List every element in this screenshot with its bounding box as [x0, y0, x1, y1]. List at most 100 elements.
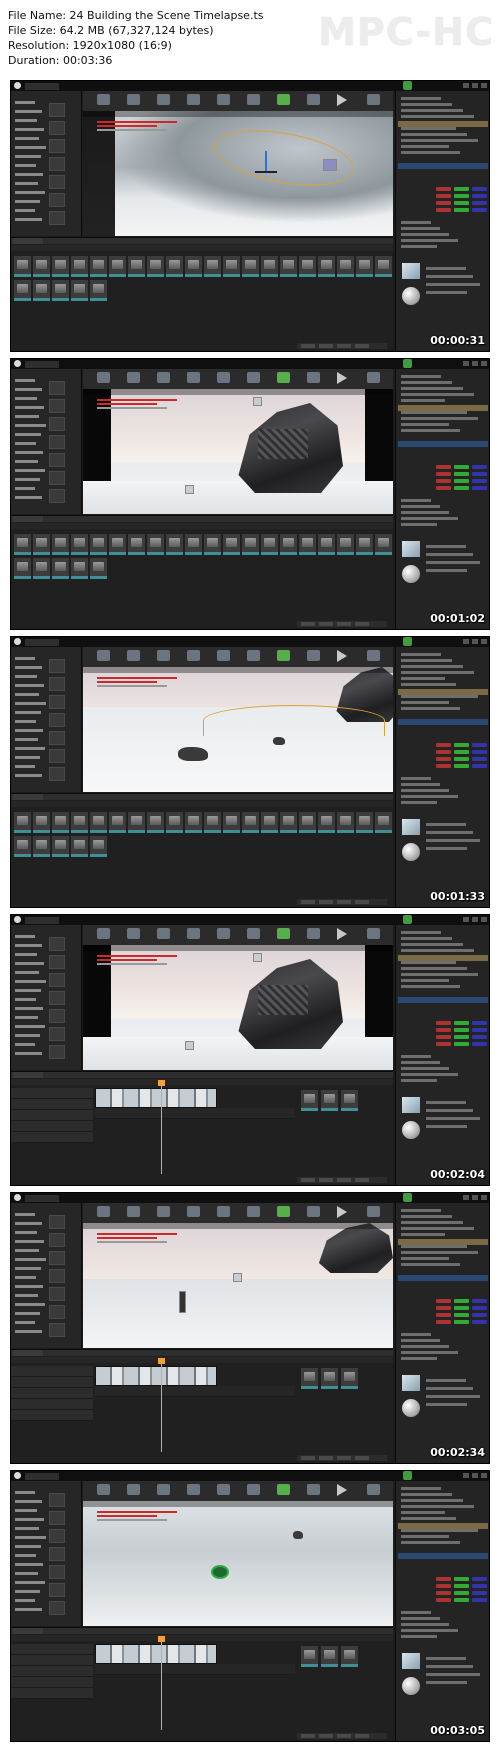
placeable-actor-icon[interactable]	[49, 175, 65, 189]
content-asset-tile[interactable]	[356, 256, 373, 277]
content-asset-tile[interactable]	[33, 836, 50, 857]
content-asset-tile[interactable]	[185, 534, 202, 555]
placeable-actor-icon[interactable]	[49, 157, 65, 171]
modes-panel-item[interactable]	[15, 218, 42, 221]
settings-icon[interactable]	[217, 650, 230, 661]
transform-field[interactable]	[454, 1313, 469, 1317]
maximize-icon[interactable]	[472, 83, 478, 88]
transform-field[interactable]	[436, 465, 451, 469]
maximize-icon[interactable]	[472, 1195, 478, 1200]
outliner-item[interactable]	[401, 1511, 445, 1514]
source-control-icon[interactable]	[127, 928, 140, 939]
transform-field[interactable]	[454, 1028, 469, 1032]
modes-panel-item[interactable]	[15, 1572, 38, 1575]
modes-panel-item[interactable]	[15, 693, 39, 696]
minimize-icon[interactable]	[463, 917, 469, 922]
modes-panel-item[interactable]	[15, 173, 43, 176]
transform-field[interactable]	[436, 486, 451, 490]
content-asset-tile[interactable]	[52, 280, 69, 301]
placeable-actor-icon[interactable]	[49, 489, 65, 503]
content-asset-tile[interactable]	[280, 534, 297, 555]
transform-field[interactable]	[454, 1306, 469, 1310]
content-asset-tile[interactable]	[109, 812, 126, 833]
sequencer-track-row[interactable]	[11, 1388, 93, 1399]
settings-icon[interactable]	[217, 928, 230, 939]
placeable-actor-icon[interactable]	[49, 1269, 65, 1283]
placeable-actor-icon[interactable]	[49, 1251, 65, 1265]
modes-panel-item[interactable]	[15, 433, 41, 436]
camera-actor[interactable]	[179, 1291, 186, 1313]
settings-icon[interactable]	[217, 372, 230, 383]
transform-field[interactable]	[472, 465, 487, 469]
content-asset-tile[interactable]	[318, 256, 335, 277]
playhead-line[interactable]	[161, 1084, 162, 1174]
content-asset-tile[interactable]	[147, 812, 164, 833]
outliner-item[interactable]	[401, 127, 456, 130]
modes-panel-item[interactable]	[15, 451, 43, 454]
transform-field[interactable]	[472, 750, 487, 754]
status-control[interactable]	[301, 1178, 315, 1182]
build-icon[interactable]	[307, 928, 320, 939]
level-tab[interactable]	[25, 83, 59, 90]
source-control-icon[interactable]	[403, 915, 412, 924]
modes-panel-item[interactable]	[15, 110, 42, 113]
source-control-icon[interactable]	[403, 1471, 412, 1480]
cinematics-icon[interactable]	[277, 1206, 290, 1217]
cinematics-icon[interactable]	[277, 928, 290, 939]
cinematics-icon[interactable]	[277, 372, 290, 383]
placeable-actor-icon[interactable]	[49, 973, 65, 987]
content-asset-tile[interactable]	[223, 534, 240, 555]
outliner-item[interactable]	[401, 1245, 467, 1248]
transform-field[interactable]	[472, 764, 487, 768]
content-asset-tile[interactable]	[261, 534, 278, 555]
sequencer-track-row[interactable]	[11, 1377, 93, 1388]
panel-search-bar[interactable]	[11, 801, 393, 807]
details-search-bar[interactable]	[398, 1553, 488, 1559]
launch-icon[interactable]	[367, 1206, 380, 1217]
content-asset-tile[interactable]	[109, 256, 126, 277]
modes-panel-item[interactable]	[15, 1034, 40, 1037]
transform-field[interactable]	[436, 1028, 451, 1032]
outliner-item[interactable]	[401, 665, 463, 668]
content-asset-tile[interactable]	[52, 558, 69, 579]
modes-panel-item[interactable]	[15, 935, 35, 938]
details-search-bar[interactable]	[398, 719, 488, 725]
transform-field[interactable]	[454, 201, 469, 205]
outliner-item[interactable]	[401, 1529, 478, 1532]
transform-field[interactable]	[436, 1598, 451, 1602]
content-asset-tile[interactable]	[280, 256, 297, 277]
modes-panel-item[interactable]	[15, 980, 46, 983]
content-icon[interactable]	[157, 1206, 170, 1217]
transform-field[interactable]	[436, 187, 451, 191]
content-asset-tile[interactable]	[71, 836, 88, 857]
content-asset-tile[interactable]	[318, 812, 335, 833]
content-asset-tile[interactable]	[337, 256, 354, 277]
placeable-actor-icon[interactable]	[49, 417, 65, 431]
modes-panel-item[interactable]	[15, 397, 37, 400]
level-tab[interactable]	[25, 1195, 59, 1202]
outliner-item[interactable]	[401, 1227, 474, 1230]
transform-field[interactable]	[454, 1320, 469, 1324]
details-search-bar[interactable]	[398, 441, 488, 447]
modes-panel-item[interactable]	[15, 406, 44, 409]
placeholder-cube[interactable]	[185, 1041, 194, 1050]
outliner-item[interactable]	[401, 139, 478, 142]
content-asset-tile[interactable]	[321, 1090, 338, 1111]
transform-field[interactable]	[436, 472, 451, 476]
modes-panel-item[interactable]	[15, 1285, 43, 1288]
placeable-actor-icon[interactable]	[49, 659, 65, 673]
outliner-item[interactable]	[401, 1499, 463, 1502]
content-asset-tile[interactable]	[337, 534, 354, 555]
content-asset-tile[interactable]	[14, 280, 31, 301]
content-asset-tile[interactable]	[90, 256, 107, 277]
content-asset-tile[interactable]	[299, 812, 316, 833]
minimize-icon[interactable]	[463, 83, 469, 88]
content-asset-tile[interactable]	[71, 534, 88, 555]
placeable-actor-icon[interactable]	[49, 1009, 65, 1023]
content-asset-tile[interactable]	[90, 558, 107, 579]
level-viewport[interactable]	[83, 667, 393, 792]
outliner-item[interactable]	[401, 1487, 441, 1490]
transform-field[interactable]	[472, 1577, 487, 1581]
modes-panel-item[interactable]	[15, 729, 43, 732]
content-asset-tile[interactable]	[71, 812, 88, 833]
